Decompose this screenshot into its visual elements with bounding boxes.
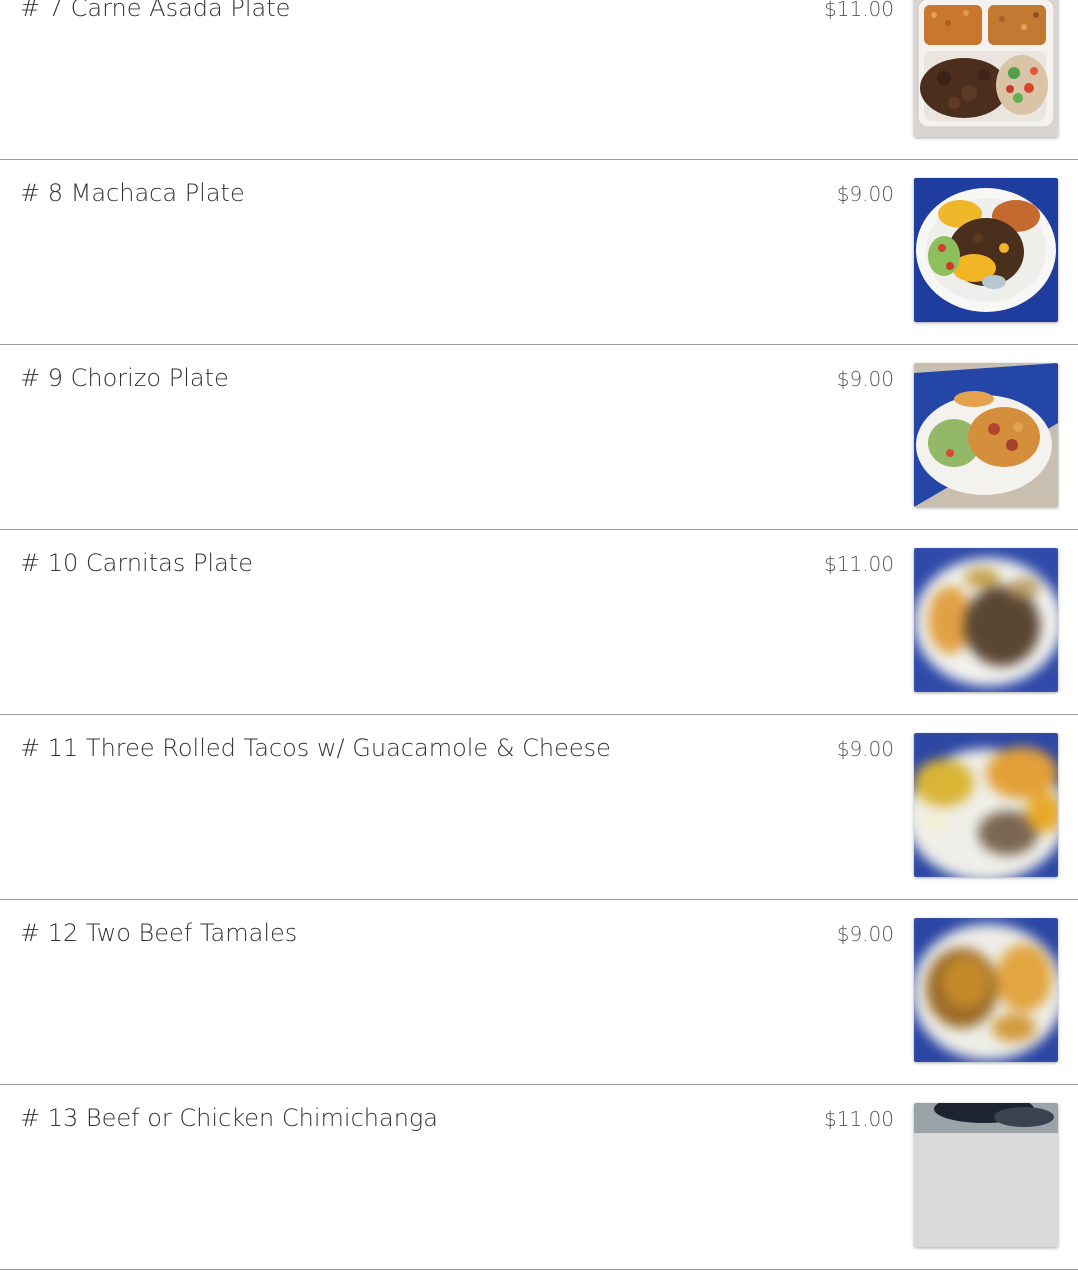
menu-item[interactable]: # 8 Machaca Plate $9.00 [0,160,1078,345]
item-price: $9.00 [836,737,894,761]
item-price: $11.00 [824,0,894,21]
food-image [914,918,1058,1062]
item-price: $9.00 [836,367,894,391]
menu-item[interactable]: # 7 Carne Asada Plate $11.00 [0,0,1078,160]
item-name: # 11 Three Rolled Tacos w/ Guacamole & C… [20,734,611,762]
food-image [914,1103,1058,1247]
item-price: $9.00 [836,182,894,206]
item-name: # 8 Machaca Plate [20,179,245,207]
item-name: # 10 Carnitas Plate [20,549,253,577]
machaca-plate-photo[interactable] [914,178,1058,322]
chimichanga-photo[interactable] [914,1103,1058,1247]
rolled-tacos-photo[interactable] [914,733,1058,877]
item-name: # 12 Two Beef Tamales [20,919,298,947]
item-name: # 13 Beef or Chicken Chimichanga [20,1104,439,1132]
food-image [914,733,1058,877]
item-price: $11.00 [824,552,894,576]
menu-item[interactable]: # 13 Beef or Chicken Chimichanga $11.00 [0,1085,1078,1270]
carne-asada-plate-photo[interactable] [914,0,1058,137]
menu-item[interactable]: # 10 Carnitas Plate $11.00 [0,530,1078,715]
menu-item[interactable]: # 9 Chorizo Plate $9.00 [0,345,1078,530]
food-image [914,548,1058,692]
beef-tamales-photo[interactable] [914,918,1058,1062]
food-image [914,0,1058,137]
item-name: # 7 Carne Asada Plate [20,0,291,22]
food-image [914,363,1058,507]
carnitas-plate-photo[interactable] [914,548,1058,692]
item-name: # 9 Chorizo Plate [20,364,229,392]
menu-item[interactable]: # 11 Three Rolled Tacos w/ Guacamole & C… [0,715,1078,900]
item-price: $9.00 [836,922,894,946]
item-price: $11.00 [824,1107,894,1131]
food-image [914,178,1058,322]
chorizo-plate-photo[interactable] [914,363,1058,507]
menu-item[interactable]: # 12 Two Beef Tamales $9.00 [0,900,1078,1085]
menu-list: # 7 Carne Asada Plate $11.00 # 8 Machaca… [0,0,1078,1270]
